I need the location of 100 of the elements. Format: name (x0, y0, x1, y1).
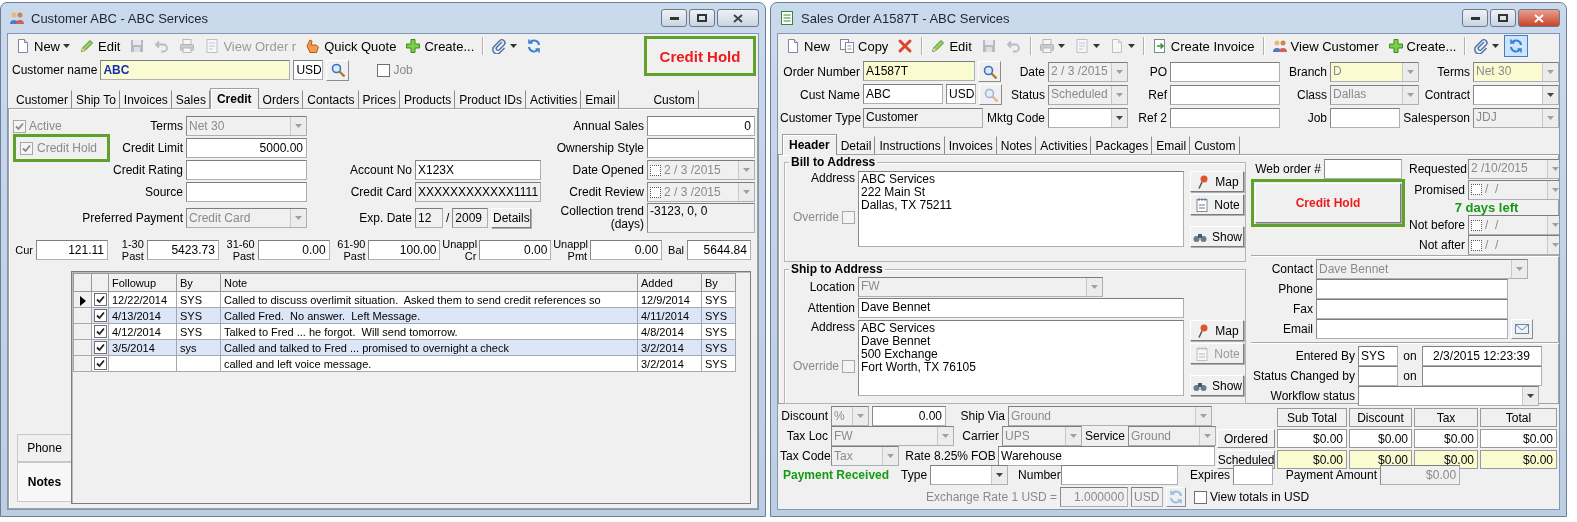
toolbar-button[interactable]: Edit (75, 35, 125, 57)
toolbar-button[interactable] (1504, 35, 1529, 57)
text-field[interactable]: 0.00 (872, 406, 946, 426)
text-field[interactable] (1316, 279, 1508, 299)
toolbar-button[interactable]: New (781, 35, 834, 57)
side-tab[interactable]: Notes (17, 462, 71, 502)
text-field[interactable] (1330, 107, 1400, 128)
checkbox[interactable] (93, 293, 107, 307)
maximize-button[interactable] (1490, 9, 1516, 27)
note-button[interactable]: Note (1190, 194, 1244, 215)
toolbar-button[interactable]: Create Invoice (1147, 35, 1259, 57)
minimize-button[interactable] (661, 9, 687, 27)
map-button[interactable]: Map (1190, 320, 1244, 341)
column-header[interactable]: By (701, 273, 736, 292)
text-field[interactable] (1422, 366, 1542, 386)
tab[interactable]: Credit (209, 88, 259, 109)
toolbar-button[interactable]: View Customer (1267, 35, 1383, 57)
text-field[interactable] (647, 138, 755, 158)
toolbar-button[interactable]: Create... (1383, 35, 1461, 57)
toolbar-button[interactable]: Copy (835, 35, 893, 57)
show-button[interactable]: Show (1190, 226, 1244, 247)
dropdown-field[interactable] (1358, 386, 1539, 406)
text-field[interactable]: 5000.00 (186, 138, 307, 158)
map-button[interactable]: Map (1190, 171, 1244, 192)
toolbar-button[interactable]: Create... (401, 35, 479, 57)
checkbox[interactable] (1194, 490, 1208, 504)
checkbox[interactable] (93, 357, 107, 371)
text-field[interactable]: Dave Bennet (858, 297, 1184, 318)
text-field[interactable] (1316, 299, 1508, 319)
checkbox[interactable] (93, 325, 107, 339)
tab[interactable]: Header (782, 134, 837, 155)
field-label: Tax Code (780, 449, 828, 463)
text-field[interactable] (1233, 465, 1274, 485)
email-button[interactable] (1511, 319, 1533, 339)
text-area[interactable]: ABC Services Dave Bennet 500 Exchange Fort Worth, TX 76105 (858, 320, 1184, 396)
text-field[interactable]: 2/3/2015 12:23:39 (1422, 346, 1542, 366)
text-field[interactable] (1170, 107, 1280, 128)
text-field[interactable]: 100.00 (368, 240, 441, 260)
field-label: Order Number (782, 64, 860, 79)
text-field[interactable] (1316, 319, 1508, 339)
refresh-button[interactable] (1166, 487, 1187, 507)
minimize-button[interactable] (1462, 9, 1488, 27)
text-field[interactable]: Customer (863, 107, 983, 128)
checkbox[interactable] (377, 63, 391, 77)
text-field[interactable]: 121.11 (36, 240, 108, 260)
column-header[interactable]: Added (637, 273, 702, 292)
checkbox[interactable] (93, 309, 107, 323)
toolbar-button[interactable]: New (11, 35, 74, 57)
maximize-button[interactable] (689, 9, 715, 27)
text-field[interactable]: 0.00 (479, 240, 552, 260)
text-field[interactable]: SYS (1358, 346, 1398, 366)
close-button[interactable] (1518, 9, 1560, 27)
details-button[interactable]: Details (491, 208, 532, 228)
text-field[interactable]: USD (293, 60, 324, 80)
dropdown-field[interactable] (1048, 107, 1128, 128)
text-area[interactable]: ABC Services 222 Main St Dallas, TX 75211 (858, 171, 1184, 247)
text-field[interactable] (186, 160, 307, 180)
column-header[interactable]: Note (220, 273, 638, 292)
checkbox[interactable] (93, 341, 107, 355)
toolbar-button[interactable]: Edit (926, 35, 976, 57)
field-label: Unappl Pmt (553, 238, 588, 262)
text-field[interactable]: USD (946, 84, 976, 104)
close-button[interactable] (717, 9, 759, 27)
text-field[interactable] (1170, 84, 1280, 105)
text-field[interactable]: 0.00 (257, 240, 330, 260)
text-field[interactable]: 5423.73 (146, 240, 219, 260)
dropdown-field[interactable] (930, 465, 1009, 485)
text-field[interactable]: ABC (863, 84, 943, 104)
credit-hold-button[interactable]: Credit Hold (1255, 183, 1401, 223)
search-button[interactable] (326, 59, 350, 81)
text-field[interactable] (1358, 366, 1398, 386)
text-field[interactable]: 12 (415, 208, 443, 228)
text-field[interactable] (1324, 158, 1402, 179)
text-field[interactable]: 5644.84 (686, 240, 751, 260)
date-checkbox-icon (1471, 239, 1482, 251)
show-button[interactable]: Show (1190, 375, 1244, 396)
text-field[interactable] (186, 182, 307, 202)
toolbar-button[interactable]: Quick Quote (301, 35, 401, 57)
field-label: Customer name (12, 63, 98, 77)
text-field[interactable]: X123X (415, 160, 541, 180)
side-tab[interactable]: Phone (17, 434, 71, 462)
text-field[interactable]: Warehouse (998, 446, 1215, 466)
field-label: Cur (14, 244, 33, 256)
text-area[interactable]: -3123, 0, 0 (647, 203, 755, 233)
restore-icon (697, 14, 707, 22)
text-field[interactable]: 2009 (452, 208, 489, 228)
field-label: Credit Review (569, 185, 644, 199)
dropdown-field[interactable] (1473, 84, 1559, 105)
text-field[interactable]: XXXXXXXXXXXX1111 (415, 182, 541, 202)
column-header[interactable]: Followup (108, 273, 177, 292)
text-field[interactable]: A1587T (863, 61, 975, 81)
text-field[interactable]: 0 (647, 116, 755, 136)
text-field[interactable] (1170, 61, 1280, 82)
field-label: Account No (349, 163, 412, 177)
text-field[interactable]: 0.00 (590, 240, 663, 260)
text-field[interactable] (1061, 465, 1179, 485)
field-label: Collection trend (days) (559, 205, 644, 231)
text-field[interactable]: ABC (100, 60, 291, 80)
search-button[interactable] (978, 61, 1001, 82)
column-header[interactable]: By (176, 273, 221, 292)
